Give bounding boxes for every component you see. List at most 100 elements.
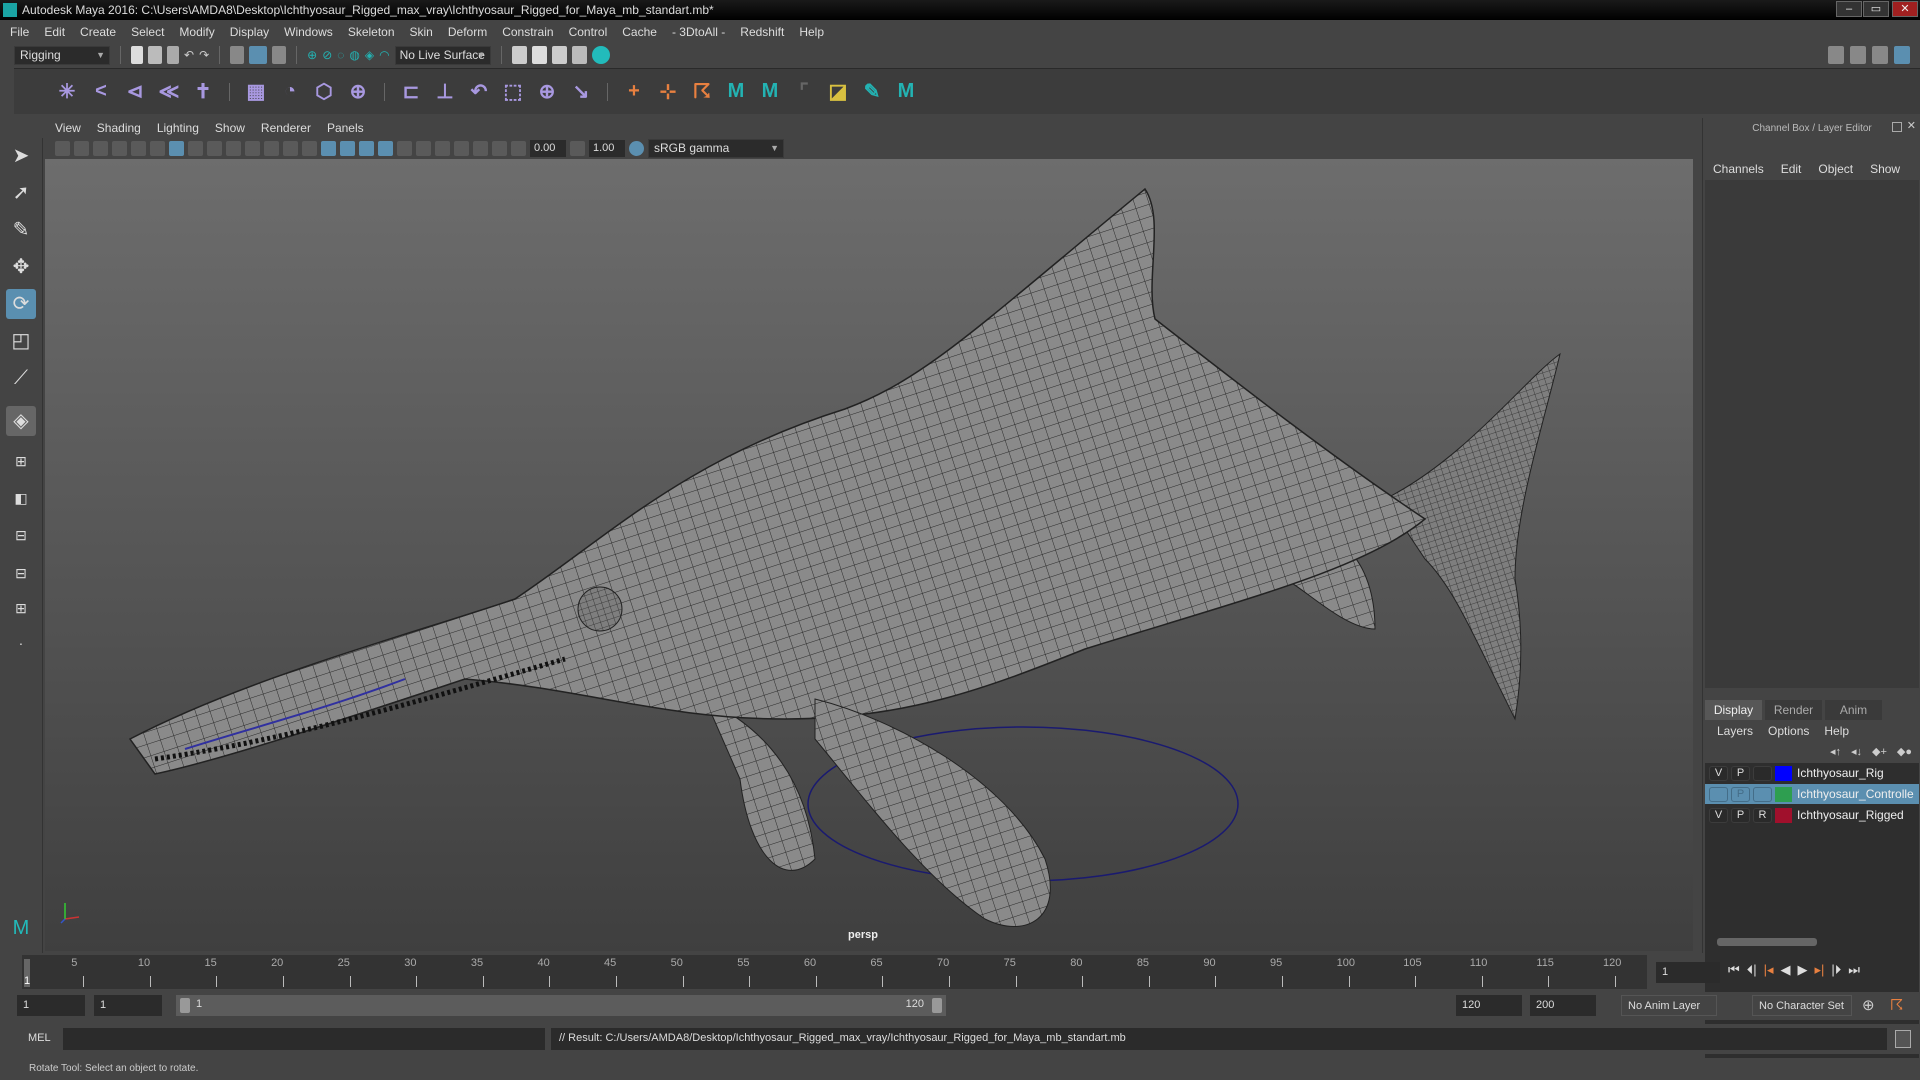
cluster-icon[interactable]: ⊕ xyxy=(345,79,371,105)
viewport-menu-panels[interactable]: Panels xyxy=(327,121,364,135)
channel-box-menu-object[interactable]: Object xyxy=(1818,162,1853,176)
snap-live-icon[interactable]: ◠ xyxy=(379,48,389,62)
point-constraint-icon[interactable]: ⊥ xyxy=(432,79,458,105)
display-type-toggle[interactable] xyxy=(1753,765,1772,781)
safe-title-icon[interactable] xyxy=(283,141,298,156)
menu-deform[interactable]: Deform xyxy=(448,25,487,39)
aim-constraint-icon[interactable]: ⊕ xyxy=(534,79,560,105)
range-end-handle[interactable] xyxy=(932,998,942,1013)
menu-3dtoall[interactable]: - 3DtoAll - xyxy=(672,25,725,39)
menu-skeleton[interactable]: Skeleton xyxy=(348,25,395,39)
playback-toggle[interactable]: P xyxy=(1731,807,1750,823)
snap-view-icon[interactable]: ◍ xyxy=(349,48,359,62)
select-hierarchy-icon[interactable] xyxy=(230,46,245,64)
script-editor-icon[interactable] xyxy=(1895,1030,1911,1048)
bookmark-icon[interactable] xyxy=(93,141,108,156)
menu-file[interactable]: File xyxy=(10,25,29,39)
maya-m-icon[interactable]: M xyxy=(723,79,749,105)
grid-icon[interactable] xyxy=(169,141,184,156)
ipr-render-icon[interactable] xyxy=(551,46,567,64)
lattice-icon[interactable]: ⬡ xyxy=(311,79,337,105)
gamma-field[interactable]: 1.00 xyxy=(589,140,625,157)
horizontal-scrollbar[interactable] xyxy=(1717,938,1817,946)
menu-control[interactable]: Control xyxy=(569,25,608,39)
empty-slot-icon[interactable]: ⌜ xyxy=(791,79,817,105)
gate-mask-icon[interactable] xyxy=(226,141,241,156)
render-frame-icon[interactable] xyxy=(531,46,547,64)
new-layer-selected-icon[interactable]: ◆● xyxy=(1897,745,1912,758)
channel-box-menu-show[interactable]: Show xyxy=(1870,162,1900,176)
last-tool-icon[interactable]: ⟋ xyxy=(6,363,36,393)
character-set-dropdown[interactable]: No Character Set xyxy=(1752,995,1852,1016)
scale-constraint-icon[interactable]: ⬚ xyxy=(500,79,526,105)
render-settings-icon[interactable] xyxy=(571,46,587,64)
hypershade-layout-icon[interactable]: ⊟ xyxy=(6,558,36,588)
maya-m3-icon[interactable]: M xyxy=(893,79,919,105)
playback-toggle[interactable]: P xyxy=(1731,786,1750,802)
film-gate-icon[interactable] xyxy=(188,141,203,156)
lasso-tool-icon[interactable]: ➚ xyxy=(6,178,36,208)
anim-prefs-icon[interactable]: ☈ xyxy=(1890,996,1903,1014)
new-layer-icon[interactable]: ◆+ xyxy=(1872,745,1887,758)
scale-tool-icon[interactable]: ◰ xyxy=(6,326,36,356)
visibility-toggle[interactable] xyxy=(1709,786,1728,802)
layer-color-swatch[interactable] xyxy=(1775,807,1792,823)
open-scene-icon[interactable] xyxy=(148,46,162,64)
menu-cache[interactable]: Cache xyxy=(622,25,657,39)
humanik-icon[interactable]: ✝ xyxy=(190,79,216,105)
channel-box-menu-channels[interactable]: Channels xyxy=(1713,162,1764,176)
menu-display[interactable]: Display xyxy=(230,25,269,39)
character-icon[interactable]: ☈ xyxy=(689,79,715,105)
wireframe-icon[interactable] xyxy=(302,141,317,156)
layer-name[interactable]: Ichthyosaur_Controlle xyxy=(1795,787,1914,801)
rotate-tool-icon[interactable]: ⟳ xyxy=(6,289,36,319)
locator-constraint-icon[interactable]: ⊹ xyxy=(655,79,681,105)
viewport-menu-view[interactable]: View xyxy=(55,121,81,135)
layer-color-swatch[interactable] xyxy=(1775,765,1792,781)
paint-weights-icon[interactable]: ◔ xyxy=(277,79,303,105)
redo-icon[interactable]: ↷ xyxy=(199,48,209,62)
tool-settings-icon[interactable] xyxy=(1872,46,1888,64)
snap-point-icon[interactable]: ◌ xyxy=(337,48,344,62)
select-component-icon[interactable] xyxy=(272,46,287,64)
visibility-toggle[interactable]: V xyxy=(1709,765,1728,781)
visibility-toggle[interactable]: V xyxy=(1709,807,1728,823)
textured-icon[interactable] xyxy=(359,141,374,156)
move-tool-icon[interactable]: ✥ xyxy=(6,252,36,282)
command-language-label[interactable]: MEL xyxy=(28,1032,51,1044)
ichthyosaur-model[interactable] xyxy=(45,159,1693,951)
menu-redshift[interactable]: Redshift xyxy=(740,25,784,39)
menu-windows[interactable]: Windows xyxy=(284,25,333,39)
grease-pencil-icon[interactable] xyxy=(150,141,165,156)
layer-name[interactable]: Ichthyosaur_Rigged xyxy=(1795,808,1904,822)
paint-icon[interactable]: ✎ xyxy=(859,79,885,105)
gamma-icon[interactable] xyxy=(570,141,585,156)
locator-icon[interactable]: + xyxy=(621,79,647,105)
joint-tool-icon[interactable]: ✳ xyxy=(54,79,80,105)
save-scene-icon[interactable] xyxy=(167,46,179,64)
layer-icon[interactable]: ◪ xyxy=(825,79,851,105)
viewport-menu-shading[interactable]: Shading xyxy=(97,121,141,135)
play-backward-icon[interactable]: ◀ xyxy=(1781,962,1791,978)
tab-display[interactable]: Display xyxy=(1705,700,1762,720)
move-layer-up-icon[interactable]: ◂↑ xyxy=(1830,745,1841,758)
image-plane-icon[interactable] xyxy=(112,141,127,156)
step-back-key-icon[interactable]: ⏴| xyxy=(1747,962,1757,978)
ik-spline-icon[interactable]: ⊲ xyxy=(122,79,148,105)
layer-menu-help[interactable]: Help xyxy=(1824,724,1849,738)
field-chart-icon[interactable] xyxy=(245,141,260,156)
2d-pan-icon[interactable] xyxy=(131,141,146,156)
menu-select[interactable]: Select xyxy=(131,25,164,39)
select-tool-icon[interactable]: ➤ xyxy=(6,141,36,171)
xray-icon[interactable] xyxy=(454,141,469,156)
playback-start-field[interactable]: 1 xyxy=(94,995,162,1016)
attribute-editor-icon[interactable] xyxy=(1850,46,1866,64)
color-management-icon[interactable] xyxy=(629,141,644,156)
menu-skin[interactable]: Skin xyxy=(410,25,433,39)
exposure-field[interactable]: 0.00 xyxy=(530,140,566,157)
playback-toggle[interactable]: P xyxy=(1731,765,1750,781)
menu-modify[interactable]: Modify xyxy=(179,25,214,39)
go-to-end-icon[interactable]: ⏭ xyxy=(1848,962,1860,978)
float-panel-icon[interactable] xyxy=(1892,122,1902,132)
wireframe-on-shaded-icon[interactable] xyxy=(340,141,355,156)
